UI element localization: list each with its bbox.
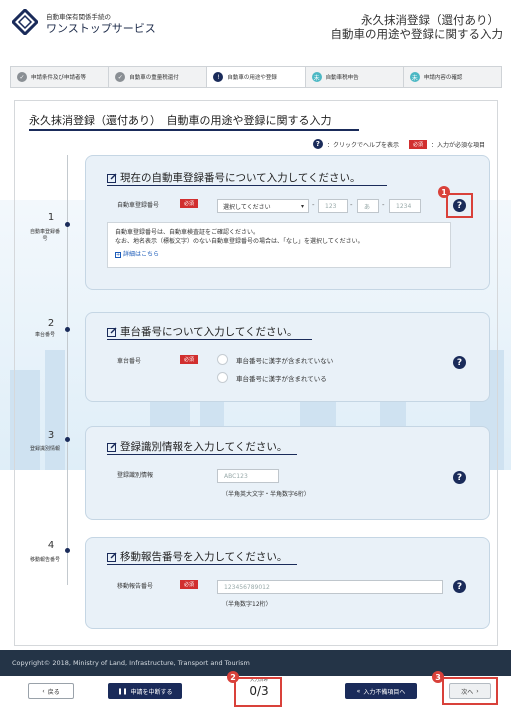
timeline-number: 4	[47, 540, 55, 551]
detail-link[interactable]: + 詳細はこちら	[115, 250, 443, 259]
annotation-highlight	[446, 193, 473, 218]
help-icon[interactable]: ?	[453, 471, 466, 484]
serial-number-input[interactable]: 1234	[389, 199, 421, 213]
app-header: 自動車保有関係手続の ワンストップサービス 永久抹消登録（還付あり） 自動車の用…	[0, 0, 511, 52]
info-box: 自動車登録番号は、自動車検査証をご確認ください。 なお、地名表示（標板文字）のな…	[107, 222, 451, 268]
field-label: 車台番号	[117, 358, 142, 365]
timeline-label: 自動車登録番号	[30, 229, 61, 242]
help-icon[interactable]: ?	[453, 356, 466, 369]
edit-icon	[107, 442, 117, 452]
logo-title: ワンストップサービス	[46, 22, 156, 35]
step-label: 自動車の用途や登録	[227, 75, 277, 81]
step-label: 自動車の重量税還付	[129, 75, 179, 81]
pause-icon: ❚❚	[117, 687, 128, 695]
help-icon[interactable]: ?	[453, 580, 466, 593]
section-heading: 登録識別情報を入力してください。	[107, 439, 287, 454]
check-icon: ✓	[115, 72, 126, 82]
panel-title: 永久抹消登録（還付あり） 自動車の用途や登録に関する入力	[29, 114, 332, 127]
annotation-badge: 1	[438, 186, 450, 198]
annotation-highlight	[234, 677, 282, 707]
annotation-badge: 2	[227, 671, 239, 683]
radio-has-kanji[interactable]: 車台番号に漢字が含まれている	[217, 372, 327, 383]
step-label: 自動車税申告	[325, 75, 359, 81]
separator: -	[312, 201, 315, 209]
heading-underline	[107, 339, 312, 340]
registration-id-input[interactable]: ABC123	[217, 469, 279, 483]
step-navigation: ✓ 申請条件及び申請者等 ✓ 自動車の重量税還付 ! 自動車の用途や登録 未 自…	[10, 66, 503, 88]
field-label: 登録識別情報	[117, 472, 154, 479]
exclamation-icon: !	[213, 72, 224, 82]
field-label: 自動車登録番号	[117, 202, 160, 209]
separator: -	[350, 201, 353, 209]
edit-icon	[107, 173, 117, 183]
pending-icon: 未	[311, 72, 322, 82]
step-label: 申請内容の確認	[423, 75, 463, 81]
field-label: 移動報告番号	[117, 583, 154, 590]
radio-circle	[217, 354, 228, 365]
plus-box-icon: +	[115, 251, 121, 258]
input-hint: （半角英大文字・半角数字6桁）	[222, 491, 310, 498]
chevron-down-icon: ▾	[300, 202, 304, 210]
annotation-highlight	[442, 677, 498, 705]
title-underline	[29, 129, 359, 131]
required-badge: 必須	[180, 580, 199, 589]
heading-underline	[107, 564, 297, 565]
separator: -	[382, 201, 385, 209]
class-number-input[interactable]: 123	[318, 199, 348, 213]
timeline-dot	[65, 222, 70, 227]
missing-items-button[interactable]: « 入力不備項目へ	[345, 683, 417, 699]
input-hint: （半角数字12桁）	[222, 601, 272, 608]
logo-icon	[12, 9, 38, 35]
required-badge: 必須	[180, 355, 199, 364]
timeline-label: 登録識別情報	[30, 446, 61, 452]
edit-icon	[107, 552, 117, 562]
copyright: Copyright© 2018, Ministry of Land, Infra…	[12, 659, 250, 667]
legend-required-text: ：入力が必須な項目	[430, 141, 485, 149]
kana-input[interactable]: あ	[357, 199, 379, 213]
timeline-label: 移動報告番号	[30, 557, 61, 563]
timeline-number: 2	[47, 318, 55, 329]
help-icon: ?	[312, 139, 323, 149]
step-label: 申請条件及び申請者等	[31, 75, 87, 81]
timeline-dot	[65, 437, 70, 442]
timeline-number: 3	[47, 430, 55, 441]
pending-icon: 未	[409, 72, 420, 82]
radio-circle	[217, 372, 228, 383]
timeline-line	[67, 155, 68, 585]
heading-underline	[107, 185, 387, 186]
help-legend: ? ：クリックでヘルプを表示 必須 ：入力が必須な項目	[312, 139, 485, 149]
suspend-button[interactable]: ❚❚ 申請を中断する	[108, 683, 182, 699]
required-badge: 必須	[408, 139, 427, 149]
step-usage-registration[interactable]: ! 自動車の用途や登録	[206, 66, 306, 88]
radio-no-kanji[interactable]: 車台番号に漢字が含まれていない	[217, 354, 333, 365]
section-heading: 車台番号について入力してください。	[107, 324, 298, 339]
section-heading: 現在の自動車登録番号について入力してください。	[107, 170, 361, 185]
annotation-badge: 3	[432, 671, 444, 683]
timeline-dot	[65, 327, 70, 332]
step-applicant[interactable]: ✓ 申請条件及び申請者等	[10, 66, 110, 88]
step-confirm[interactable]: 未 申請内容の確認	[402, 66, 503, 88]
edit-icon	[107, 327, 117, 337]
chevron-left-icon: ‹	[42, 687, 45, 695]
movement-report-input[interactable]: 123456789012	[217, 580, 443, 594]
required-badge: 必須	[180, 199, 199, 208]
heading-underline	[107, 454, 297, 455]
step-weight-tax[interactable]: ✓ 自動車の重量税還付	[108, 66, 208, 88]
region-select[interactable]: 選択してください ▾	[217, 199, 309, 213]
double-chevron-up-icon: «	[356, 687, 361, 695]
step-vehicle-tax[interactable]: 未 自動車税申告	[304, 66, 404, 88]
timeline-label: 車台番号	[34, 332, 55, 338]
timeline-number: 1	[47, 212, 55, 223]
back-button[interactable]: ‹ 戻る	[28, 683, 74, 699]
check-icon: ✓	[17, 72, 27, 82]
page-title-line2: 自動車の用途や登録に関する入力	[330, 27, 504, 41]
section-heading: 移動報告番号を入力してください。	[107, 549, 287, 564]
legend-help-text: ：クリックでヘルプを表示	[326, 141, 399, 149]
timeline-dot	[65, 548, 70, 553]
